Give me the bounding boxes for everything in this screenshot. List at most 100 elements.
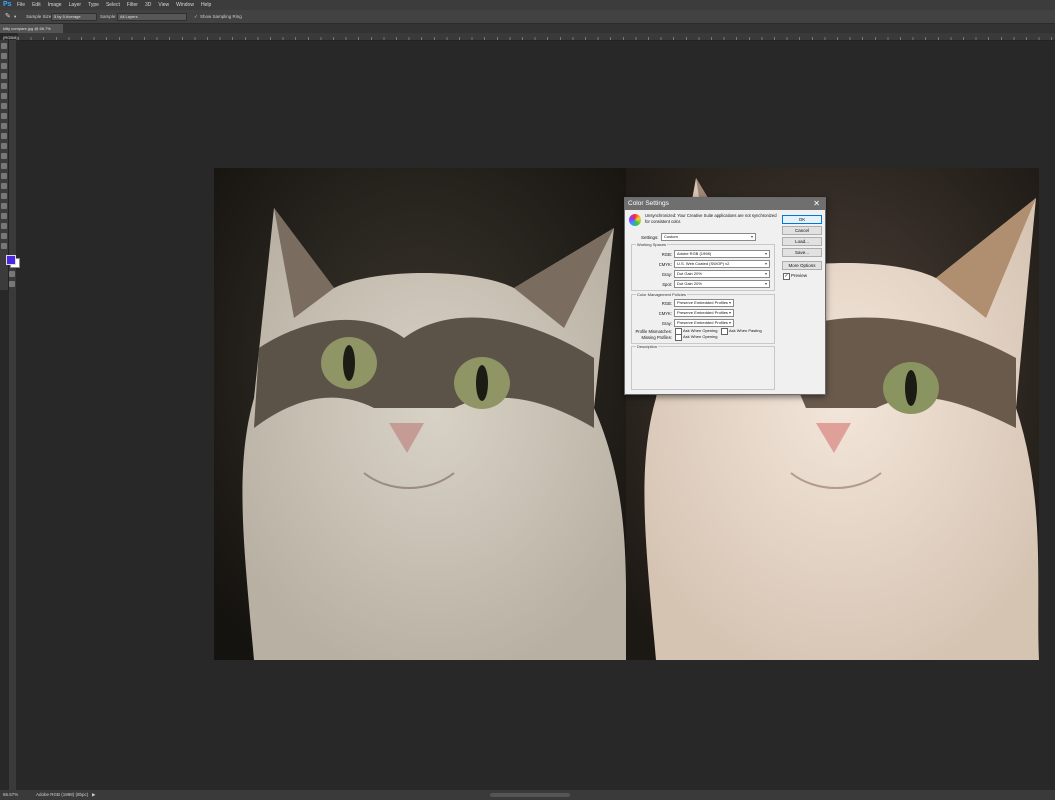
color-wheel-icon [629, 214, 641, 226]
ws-spot-value: Dot Gain 20% [677, 281, 702, 286]
chevron-down-icon: ▾ [728, 320, 731, 325]
ws-gray-select[interactable]: Dot Gain 20% ▾ [674, 270, 770, 278]
eyedropper-icon[interactable]: ✎ [5, 10, 11, 23]
chevron-down-icon: ▾ [764, 261, 767, 266]
ws-rgb-label: RGB: [661, 252, 672, 257]
tool-preset-chevron-icon[interactable]: ▾ [14, 10, 16, 23]
policies-title: Color Management Policies [636, 292, 687, 297]
sync-warning-message: Unsynchronized: Your Creative Suite appl… [645, 213, 777, 224]
chevron-down-icon: ▾ [764, 281, 767, 286]
policy-cmyk-select[interactable]: Preserve Embedded Profiles ▾ [674, 309, 734, 317]
healing-brush-tool-icon[interactable] [1, 103, 7, 109]
chevron-down-icon: ▾ [764, 271, 767, 276]
horizontal-scrollbar[interactable] [490, 793, 570, 797]
menu-window[interactable]: Window [176, 0, 194, 10]
menu-file[interactable]: File [17, 0, 25, 10]
gradient-tool-icon[interactable] [1, 153, 7, 159]
ws-cmyk-label: CMYK: [658, 262, 672, 267]
mismatch-ask-opening-label: Ask When Opening [683, 328, 718, 333]
menu-edit[interactable]: Edit [32, 0, 41, 10]
status-menu-arrow-icon[interactable]: ▶ [92, 790, 95, 800]
policy-gray-label: Gray: [661, 321, 672, 326]
photoshop-logo: Ps [3, 1, 12, 8]
show-sampling-ring-checkbox[interactable]: ✓ [194, 10, 198, 23]
close-icon[interactable]: ✕ [813, 198, 820, 210]
color-management-policies-group: Color Management Policies RGB: Preserve … [631, 292, 775, 344]
policy-gray-select[interactable]: Preserve Embedded Profiles ▾ [674, 319, 734, 327]
dodge-tool-icon[interactable] [1, 173, 7, 179]
policy-rgb-value: Preserve Embedded Profiles [677, 300, 728, 305]
load-button[interactable]: Load... [782, 237, 822, 246]
sample-size-label: Sample Size: [26, 14, 53, 19]
mismatch-ask-pasting-checkbox[interactable] [721, 328, 728, 335]
missing-ask-opening-checkbox[interactable] [675, 334, 682, 341]
menu-type[interactable]: Type [88, 0, 99, 10]
foreground-color-swatch[interactable] [6, 255, 16, 265]
mismatch-ask-pasting-label: Ask When Pasting [729, 328, 762, 333]
zoom-level[interactable]: 66.67% [3, 790, 18, 800]
crop-tool-icon[interactable] [1, 83, 7, 89]
menu-3d[interactable]: 3D [145, 0, 151, 10]
menu-image[interactable]: Image [48, 0, 62, 10]
type-tool-icon[interactable] [1, 193, 7, 199]
pen-tool-icon[interactable] [1, 183, 7, 189]
horizontal-ruler[interactable] [18, 33, 1055, 41]
brush-tool-icon[interactable] [1, 113, 7, 119]
marquee-tool-icon[interactable] [1, 53, 7, 59]
menu-view[interactable]: View [158, 0, 169, 10]
cancel-button[interactable]: Cancel [782, 226, 822, 235]
tools-panel [0, 40, 9, 290]
document-tab[interactable]: kitty compare.jpg @ 66.7% (RGB/8) [0, 24, 63, 40]
menu-select[interactable]: Select [106, 0, 120, 10]
ws-rgb-select[interactable]: Adobe RGB (1998) ▾ [674, 250, 770, 258]
save-button[interactable]: Save... [782, 248, 822, 257]
edit-toolbar-icon[interactable] [1, 243, 7, 249]
policy-cmyk-value: Preserve Embedded Profiles [677, 310, 728, 315]
chevron-down-icon: ▾ [750, 234, 753, 239]
screen-mode-icon[interactable] [9, 281, 15, 287]
status-bar: 66.67% Adobe RGB (1998) (8bpc) ▶ [0, 790, 1055, 800]
more-options-button[interactable]: More Options [782, 261, 822, 270]
menu-items: File Edit Image Layer Type Select Filter… [17, 0, 211, 10]
sample-size-select[interactable]: 5 by 5 Average [51, 13, 97, 21]
preview-checkbox[interactable]: ✓ [783, 273, 790, 280]
document-tab-strip [0, 24, 1055, 33]
clone-stamp-tool-icon[interactable] [1, 123, 7, 129]
lasso-tool-icon[interactable] [1, 63, 7, 69]
history-brush-tool-icon[interactable] [1, 133, 7, 139]
settings-value: Custom [664, 234, 678, 239]
settings-select[interactable]: Custom ▾ [661, 233, 756, 241]
path-selection-tool-icon[interactable] [1, 203, 7, 209]
eyedropper-tool-icon[interactable] [1, 93, 7, 99]
vertical-ruler[interactable] [9, 40, 16, 792]
chevron-down-icon: ▾ [728, 310, 731, 315]
sample-label: Sample: [100, 14, 117, 19]
ws-spot-select[interactable]: Dot Gain 20% ▾ [674, 280, 770, 288]
quick-select-tool-icon[interactable] [1, 73, 7, 79]
ws-cmyk-select[interactable]: U.S. Web Coated (SWOP) v2 ▾ [674, 260, 770, 268]
menu-layer[interactable]: Layer [69, 0, 82, 10]
ws-cmyk-value: U.S. Web Coated (SWOP) v2 [677, 261, 730, 266]
zoom-tool-icon[interactable] [1, 233, 7, 239]
settings-label: Settings: [641, 235, 659, 240]
dialog-title-bar[interactable]: Color Settings ✕ [625, 198, 825, 210]
menu-help[interactable]: Help [201, 0, 211, 10]
menu-filter[interactable]: Filter [127, 0, 138, 10]
quick-mask-icon[interactable] [9, 271, 15, 277]
working-spaces-title: Working Spaces [636, 242, 668, 247]
sample-select[interactable]: All Layers [117, 13, 187, 21]
ok-button[interactable]: OK [782, 215, 822, 224]
dialog-title: Color Settings [628, 200, 669, 207]
shape-tool-icon[interactable] [1, 213, 7, 219]
policy-rgb-select[interactable]: Preserve Embedded Profiles ▾ [674, 299, 734, 307]
description-group: Description [631, 344, 775, 390]
move-tool-icon[interactable] [1, 43, 7, 49]
color-settings-dialog: Color Settings ✕ Unsynchronized: Your Cr… [624, 197, 826, 395]
working-spaces-group: Working Spaces RGB: Adobe RGB (1998) ▾ CM… [631, 242, 775, 291]
eraser-tool-icon[interactable] [1, 143, 7, 149]
ws-spot-label: Spot: [662, 282, 672, 287]
preview-label: Preview [791, 273, 808, 278]
description-title: Description [636, 344, 659, 349]
hand-tool-icon[interactable] [1, 223, 7, 229]
blur-tool-icon[interactable] [1, 163, 7, 169]
